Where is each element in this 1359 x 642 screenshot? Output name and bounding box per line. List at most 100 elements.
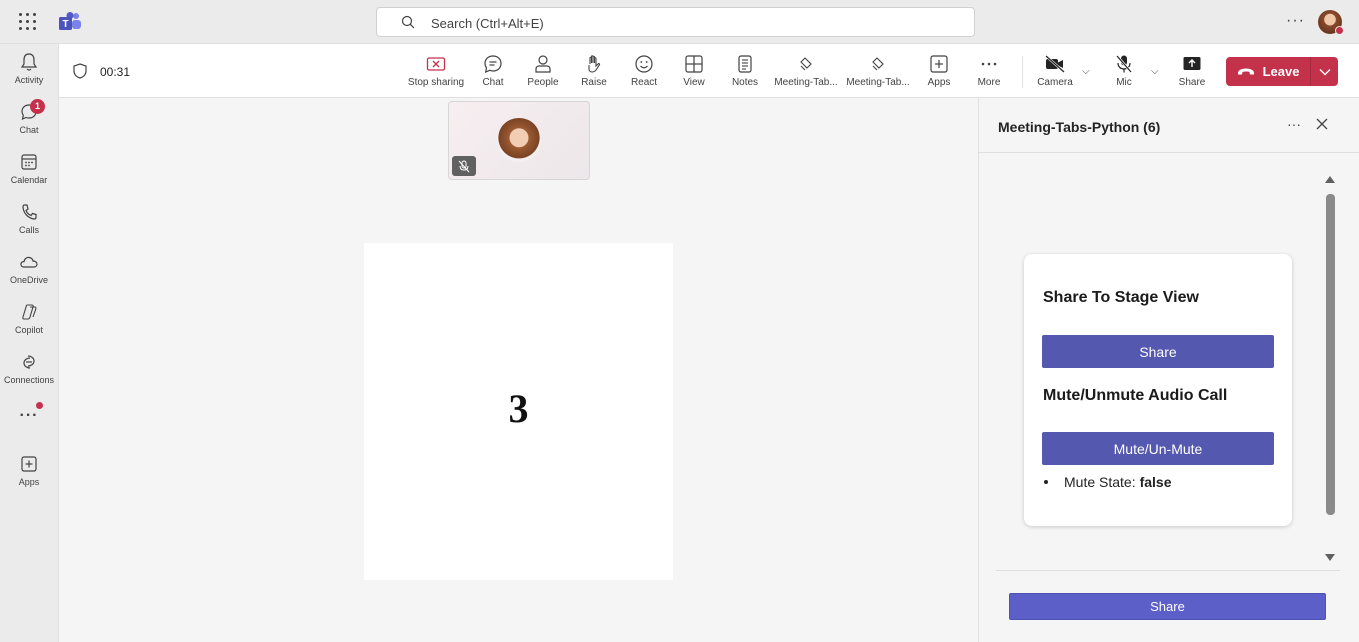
calendar-icon xyxy=(21,154,37,170)
mic-button[interactable]: Mic xyxy=(1094,54,1154,88)
mute-state-value: false xyxy=(1139,474,1172,490)
leave-main[interactable]: Leave xyxy=(1226,57,1310,86)
left-rail: Activity 1 Chat Calendar Calls OneDrive … xyxy=(0,44,59,642)
toolbar-label: Share xyxy=(1178,77,1206,88)
camera-options-chevron-icon[interactable]: ⌵ xyxy=(1082,66,1090,77)
mute-state-label: Mute State: xyxy=(1064,474,1136,490)
copilot-icon xyxy=(22,304,37,320)
svg-text:T: T xyxy=(62,19,68,30)
panel-title: Meeting-Tabs-Python (6) xyxy=(998,119,1161,135)
rail-label: Connections xyxy=(3,375,55,385)
notes-icon xyxy=(738,55,752,73)
muted-mic-icon xyxy=(452,156,476,176)
rail-label: Activity xyxy=(14,75,44,85)
rail-item-apps[interactable]: Apps xyxy=(0,454,58,487)
meeting-tab-button-2[interactable]: Meeting-Tab... xyxy=(845,54,911,88)
cloud-icon xyxy=(20,256,38,268)
rail-item-copilot[interactable]: Copilot xyxy=(0,302,58,335)
toolbar-label: Mic xyxy=(1116,77,1132,88)
more-icon: ··· xyxy=(19,407,39,424)
app-launcher-icon[interactable] xyxy=(19,13,37,31)
user-avatar[interactable] xyxy=(1318,10,1344,35)
bullet xyxy=(1044,480,1048,484)
leave-label: Leave xyxy=(1262,64,1300,79)
app-side-panel: Meeting-Tabs-Python (6) ··· Share To Sta… xyxy=(978,98,1359,642)
grid-icon xyxy=(685,55,703,73)
toolbar-label: Meeting-Tab... xyxy=(774,77,838,88)
app-icon xyxy=(800,57,812,71)
shield-icon xyxy=(73,63,87,79)
meeting-tab-button-1[interactable]: Meeting-Tab... xyxy=(773,54,839,88)
participant-avatar xyxy=(497,118,541,162)
rail-label: Calls xyxy=(18,225,39,235)
teams-logo-icon: T xyxy=(59,12,81,30)
scroll-down-arrow-icon[interactable] xyxy=(1325,554,1335,561)
chat-badge: 1 xyxy=(30,99,45,114)
tab-content-card: Share To Stage View Share Mute/Unmute Au… xyxy=(1024,254,1292,526)
meeting-stage: 3 xyxy=(59,98,978,642)
meeting-timer: 00:31 xyxy=(100,65,131,79)
rail-label: Calendar xyxy=(10,175,48,185)
more-options-icon[interactable]: ··· xyxy=(1286,12,1305,30)
share-button[interactable]: Share xyxy=(1162,54,1222,88)
mic-off-icon xyxy=(1116,55,1132,73)
phone-icon xyxy=(22,204,37,220)
share-stage-heading: Share To Stage View xyxy=(1043,289,1199,306)
stop-sharing-icon xyxy=(426,57,446,71)
footer-divider xyxy=(996,570,1340,571)
mute-state: Mute State: false xyxy=(1042,474,1172,490)
rail-item-calls[interactable]: Calls xyxy=(0,202,58,235)
stop-sharing-button[interactable]: Stop sharing xyxy=(406,54,466,88)
toolbar-label: Notes xyxy=(731,77,759,88)
shared-content: 3 xyxy=(364,243,673,580)
status-dot xyxy=(1335,26,1344,35)
bell-icon xyxy=(20,53,38,71)
hand-icon xyxy=(588,55,601,73)
footer-share-button[interactable]: Share xyxy=(1009,593,1326,620)
toolbar-label: Camera xyxy=(1037,77,1073,88)
connections-icon xyxy=(23,355,35,369)
shared-content-number: 3 xyxy=(508,386,529,431)
smile-icon xyxy=(635,55,653,73)
search-box[interactable]: Search (Ctrl+Alt+E) xyxy=(376,7,975,37)
camera-off-icon xyxy=(1045,55,1065,73)
toolbar-divider xyxy=(1022,56,1023,88)
rail-label: Chat xyxy=(19,125,39,135)
mute-unmute-heading: Mute/Unmute Audio Call xyxy=(1043,387,1228,404)
rail-item-connections[interactable]: Connections xyxy=(0,352,58,385)
more-button[interactable]: More xyxy=(959,54,1019,88)
toolbar-label: Meeting-Tab... xyxy=(846,77,910,88)
rail-item-more[interactable]: ··· xyxy=(0,407,58,425)
leave-options-chevron-icon[interactable] xyxy=(1311,57,1338,86)
chat-icon xyxy=(484,55,502,73)
rail-label: Copilot xyxy=(14,325,43,335)
rail-label: Apps xyxy=(18,477,40,487)
scrollbar-thumb[interactable] xyxy=(1326,194,1335,515)
apps-icon xyxy=(21,456,37,472)
share-to-stage-button[interactable]: Share xyxy=(1042,335,1274,368)
panel-divider xyxy=(979,152,1359,153)
mic-options-chevron-icon[interactable]: ⌵ xyxy=(1151,66,1159,77)
rail-item-chat[interactable]: 1 Chat xyxy=(0,99,58,135)
notes-button[interactable]: Notes xyxy=(715,54,775,88)
toolbar-label: More xyxy=(977,77,1001,88)
mute-unmute-button[interactable]: Mute/Un-Mute xyxy=(1042,432,1274,465)
plus-icon xyxy=(930,55,948,73)
rail-label: OneDrive xyxy=(9,275,48,285)
hang-up-icon xyxy=(1237,68,1254,74)
participant-tile[interactable] xyxy=(448,101,590,180)
rail-item-calendar[interactable]: Calendar xyxy=(0,152,58,185)
notification-dot xyxy=(36,402,43,409)
panel-more-options-icon[interactable]: ··· xyxy=(1287,116,1301,132)
close-icon[interactable] xyxy=(1316,118,1328,130)
scroll-up-arrow-icon[interactable] xyxy=(1325,176,1335,183)
meeting-toolbar: 00:31 Stop sharing Chat People Raise Rea… xyxy=(59,44,1359,98)
rail-item-activity[interactable]: Activity xyxy=(0,52,58,85)
people-icon xyxy=(535,55,551,73)
app-icon xyxy=(872,57,884,71)
leave-button[interactable]: Leave xyxy=(1226,57,1338,86)
toolbar-label: Stop sharing xyxy=(407,77,465,88)
share-icon xyxy=(1183,57,1201,70)
camera-button[interactable]: Camera xyxy=(1025,54,1085,88)
rail-item-onedrive[interactable]: OneDrive xyxy=(0,252,58,285)
